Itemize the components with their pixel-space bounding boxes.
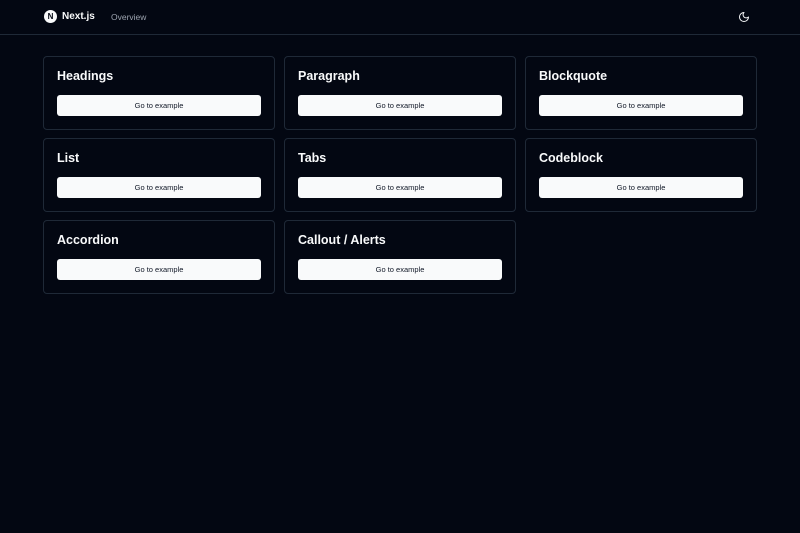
example-card-codeblock: Codeblock Go to example bbox=[525, 138, 757, 212]
theme-toggle-button[interactable] bbox=[737, 10, 750, 23]
example-card-accordion: Accordion Go to example bbox=[43, 220, 275, 294]
go-to-example-button[interactable]: Go to example bbox=[298, 95, 502, 116]
example-card-tabs: Tabs Go to example bbox=[284, 138, 516, 212]
card-title: List bbox=[57, 151, 80, 165]
site-header: N Next.js Overview bbox=[0, 0, 800, 35]
go-to-example-button[interactable]: Go to example bbox=[57, 95, 261, 116]
examples-grid: Headings Go to example Paragraph Go to e… bbox=[43, 56, 757, 294]
example-card-paragraph: Paragraph Go to example bbox=[284, 56, 516, 130]
example-card-headings: Headings Go to example bbox=[43, 56, 275, 130]
logo-text: Next.js bbox=[62, 11, 95, 22]
card-title: Accordion bbox=[57, 233, 119, 247]
card-title: Tabs bbox=[298, 151, 327, 165]
go-to-example-button[interactable]: Go to example bbox=[298, 259, 502, 280]
go-to-example-button[interactable]: Go to example bbox=[539, 95, 743, 116]
card-title: Callout / Alerts bbox=[298, 233, 386, 247]
nextjs-logo-icon: N bbox=[44, 10, 57, 23]
go-to-example-button[interactable]: Go to example bbox=[57, 259, 261, 280]
logo-link[interactable]: N Next.js bbox=[44, 10, 95, 23]
moon-icon bbox=[738, 11, 749, 22]
example-card-list: List Go to example bbox=[43, 138, 275, 212]
nav-link-overview[interactable]: Overview bbox=[111, 12, 146, 22]
go-to-example-button[interactable]: Go to example bbox=[57, 177, 261, 198]
card-title: Codeblock bbox=[539, 151, 603, 165]
example-card-blockquote: Blockquote Go to example bbox=[525, 56, 757, 130]
go-to-example-button[interactable]: Go to example bbox=[539, 177, 743, 198]
card-title: Headings bbox=[57, 69, 114, 83]
go-to-example-button[interactable]: Go to example bbox=[298, 177, 502, 198]
example-card-callout-alerts: Callout / Alerts Go to example bbox=[284, 220, 516, 294]
card-title: Blockquote bbox=[539, 69, 608, 83]
card-title: Paragraph bbox=[298, 69, 360, 83]
